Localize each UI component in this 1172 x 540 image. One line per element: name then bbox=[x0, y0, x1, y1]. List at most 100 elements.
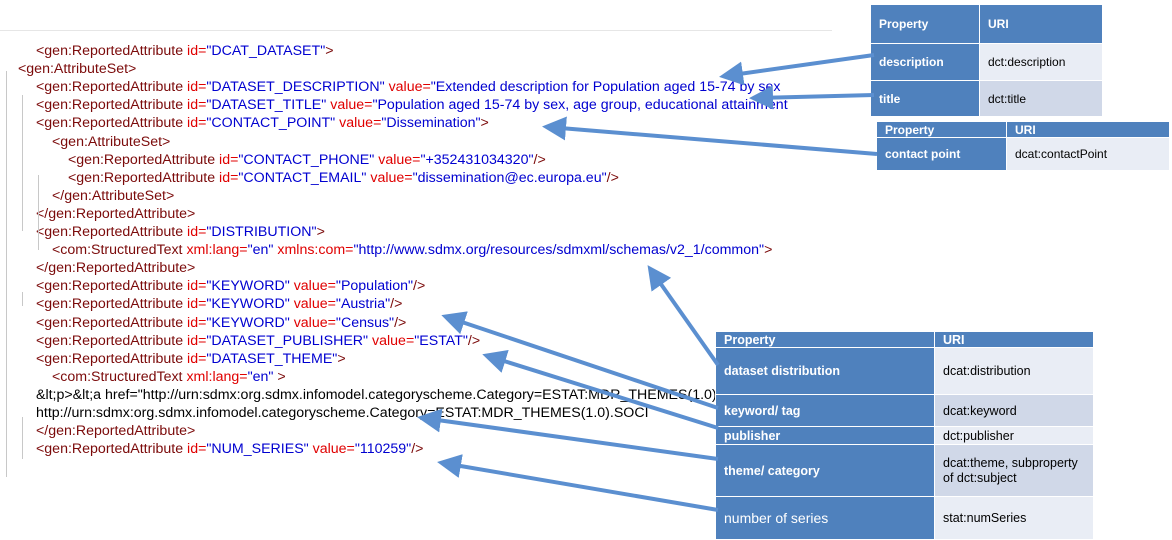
xml-attribute: value= bbox=[370, 169, 413, 186]
xml-line: <gen:ReportedAttribute id="DISTRIBUTION"… bbox=[36, 223, 325, 241]
xml-attribute: xml:lang= bbox=[186, 368, 248, 385]
xml-line: <com:StructuredText xml:lang="en" > bbox=[52, 368, 286, 386]
xml-attribute: value= bbox=[293, 314, 336, 331]
xml-line: <gen:ReportedAttribute id="KEYWORD" valu… bbox=[36, 295, 402, 313]
xml-tag: <gen:ReportedAttribute bbox=[36, 115, 188, 132]
property-cell: description bbox=[870, 43, 980, 81]
xml-attribute: id= bbox=[187, 296, 207, 313]
property-cell: contact point bbox=[876, 137, 1007, 171]
xml-attribute: id= bbox=[187, 332, 207, 349]
xml-attribute: id= bbox=[187, 79, 207, 96]
table-row: publisher dct:publisher bbox=[715, 426, 1094, 445]
property-table-description-title: Property URI description dct:description… bbox=[870, 4, 1103, 117]
xml-tag: <gen:ReportedAttribute bbox=[68, 169, 220, 186]
xml-tag: <com:StructuredText bbox=[52, 368, 187, 385]
xml-tag: /> bbox=[390, 296, 403, 313]
xml-tag: </gen:ReportedAttribute> bbox=[36, 260, 196, 277]
xml-attribute: id= bbox=[187, 43, 207, 59]
xml-tag: > bbox=[325, 43, 334, 59]
xml-attribute: xml:lang= bbox=[186, 242, 248, 259]
xml-attribute: value= bbox=[388, 79, 431, 96]
xml-value: "KEYWORD" bbox=[206, 314, 294, 331]
table-row: dataset distribution dcat:distribution bbox=[715, 347, 1094, 395]
property-table-contact-point: Property URI contact point dcat:contactP… bbox=[876, 121, 1170, 171]
xml-line: <gen:ReportedAttribute id="CONTACT_PHONE… bbox=[68, 151, 546, 169]
xml-value: "NUM_SERIES" bbox=[206, 441, 313, 458]
header-property: Property bbox=[715, 331, 935, 348]
table-row: number of series stat:numSeries bbox=[715, 496, 1094, 540]
xml-value: "Dissemination" bbox=[381, 115, 481, 132]
xml-value: "CONTACT_EMAIL" bbox=[238, 169, 371, 186]
xml-tag: <gen:ReportedAttribute bbox=[36, 296, 188, 313]
xml-value: "DISTRIBUTION" bbox=[206, 224, 317, 240]
xml-attribute: value= bbox=[330, 97, 373, 114]
xml-attribute: id= bbox=[187, 97, 207, 114]
xml-attribute: id= bbox=[187, 314, 207, 331]
xml-tag: /> bbox=[411, 441, 424, 458]
xml-tag: <gen:ReportedAttribute bbox=[36, 97, 188, 114]
xml-tag: /> bbox=[413, 278, 426, 295]
xml-line: <gen:ReportedAttribute id="NUM_SERIES" v… bbox=[36, 440, 423, 458]
property-cell: theme/ category bbox=[715, 444, 935, 497]
xml-line: <gen:ReportedAttribute id="DATASET_THEME… bbox=[36, 350, 346, 368]
xml-tag: /> bbox=[533, 151, 546, 168]
property-cell: keyword/ tag bbox=[715, 394, 935, 427]
xml-attribute: xmlns:com= bbox=[277, 242, 354, 259]
xml-tag: <gen:ReportedAttribute bbox=[36, 79, 188, 96]
xml-line: </gen:AttributeSet> bbox=[52, 187, 174, 205]
xml-value: "KEYWORD" bbox=[206, 278, 294, 295]
xml-tag: /> bbox=[467, 332, 481, 349]
xml-value: "110259" bbox=[354, 441, 412, 458]
xml-line: </gen:ReportedAttribute> bbox=[36, 205, 195, 223]
xml-value: "Population aged 15-74 by sex, age group… bbox=[372, 97, 788, 114]
indent-guide bbox=[38, 175, 39, 250]
xml-attribute: value= bbox=[293, 278, 336, 295]
xml-tag: <gen:ReportedAttribute bbox=[36, 224, 188, 240]
xml-value: "ESTAT" bbox=[414, 332, 468, 349]
property-cell: title bbox=[870, 80, 980, 117]
xml-line: http://urn:sdmx:org.sdmx.infomodel.categ… bbox=[36, 404, 649, 422]
xml-line: <gen:AttributeSet> bbox=[18, 60, 136, 78]
table-row: contact point dcat:contactPoint bbox=[876, 137, 1170, 171]
xml-tag: <gen:AttributeSet> bbox=[18, 61, 137, 78]
xml-attribute: value= bbox=[312, 441, 355, 458]
indent-guide bbox=[22, 292, 23, 306]
xml-tag: </gen:ReportedAttribute> bbox=[36, 423, 196, 440]
indent-guide bbox=[22, 417, 23, 459]
xml-attribute: id= bbox=[187, 278, 207, 295]
xml-line: <gen:ReportedAttribute id="CONTACT_EMAIL… bbox=[68, 169, 619, 187]
xml-line: <gen:ReportedAttribute id="KEYWORD" valu… bbox=[36, 314, 406, 332]
xml-tag: <gen:ReportedAttribute bbox=[36, 278, 188, 295]
xml-value: "Austria" bbox=[335, 296, 391, 313]
property-cell: number of series bbox=[715, 496, 935, 540]
table-row: description dct:description bbox=[870, 43, 1103, 81]
xml-text: http://urn:sdmx:org.sdmx.infomodel.categ… bbox=[36, 405, 649, 421]
indent-guide bbox=[22, 95, 23, 231]
xml-tag: <gen:ReportedAttribute bbox=[36, 332, 188, 349]
table-row: theme/ category dcat:theme, subproperty … bbox=[715, 444, 1094, 497]
xml-tag: <gen:AttributeSet> bbox=[52, 133, 171, 150]
xml-line: <gen:ReportedAttribute id="CONTACT_POINT… bbox=[36, 114, 489, 132]
xml-line: </gen:ReportedAttribute> bbox=[36, 422, 195, 440]
xml-line: <gen:ReportedAttribute id="DATASET_PUBLI… bbox=[36, 332, 480, 350]
xml-tag: > bbox=[480, 115, 489, 132]
uri-cell: dct:title bbox=[979, 80, 1103, 117]
header-property: Property bbox=[876, 121, 1007, 138]
xml-value: "DATASET_TITLE" bbox=[206, 97, 331, 114]
xml-attribute: id= bbox=[187, 441, 207, 458]
xml-attribute: id= bbox=[187, 115, 207, 132]
header-property: Property bbox=[870, 4, 980, 44]
xml-value: "CONTACT_PHONE" bbox=[238, 151, 379, 168]
property-table-dataset: Property URI dataset distribution dcat:d… bbox=[715, 331, 1094, 540]
uri-cell: dct:description bbox=[979, 43, 1103, 81]
xml-attribute: id= bbox=[219, 169, 239, 186]
table-header-row: Property URI bbox=[870, 4, 1103, 44]
xml-value: "dissemination@ec.europa.eu" bbox=[412, 169, 607, 186]
xml-value: "Population" bbox=[335, 278, 414, 295]
property-cell: publisher bbox=[715, 426, 935, 445]
xml-value: "CONTACT_POINT" bbox=[206, 115, 340, 132]
xml-tag: /> bbox=[394, 314, 407, 331]
uri-cell: dcat:theme, subproperty of dct:subject bbox=[934, 444, 1094, 497]
xml-tag: <gen:ReportedAttribute bbox=[36, 314, 188, 331]
property-cell: dataset distribution bbox=[715, 347, 935, 395]
